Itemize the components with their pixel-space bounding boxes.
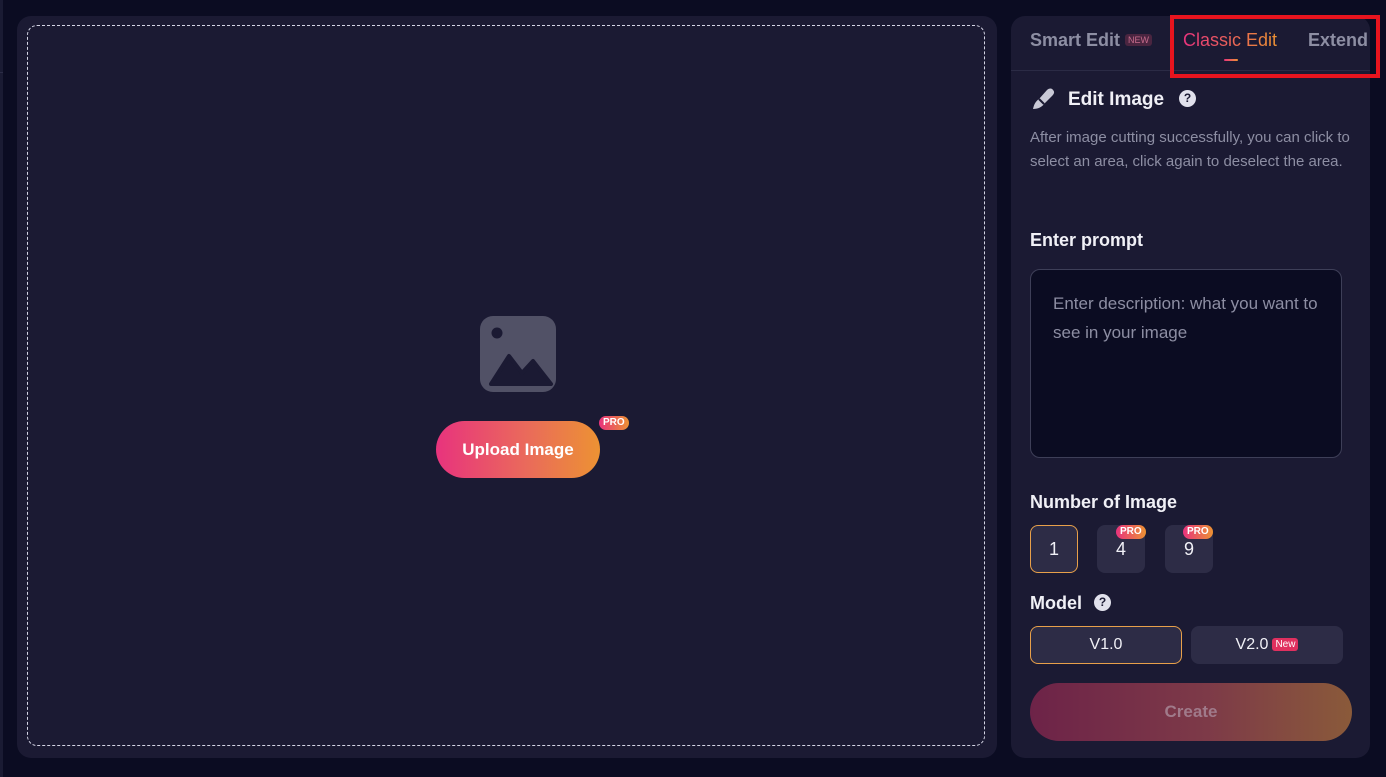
model-v2-button[interactable]: V2.0 New <box>1191 626 1343 664</box>
tab-extend[interactable]: Extend <box>1308 30 1368 51</box>
settings-panel: Smart Edit NEW Classic Edit Extend Edit … <box>1011 16 1370 758</box>
number-of-image-label: Number of Image <box>1030 492 1178 512</box>
image-dropzone[interactable]: Upload Image PRO <box>27 25 985 746</box>
upload-pro-badge: PRO <box>599 416 629 430</box>
model-v2-new-badge: New <box>1272 638 1299 652</box>
image-count-9-pro-badge: PRO <box>1183 525 1213 539</box>
image-count-1-button[interactable]: 1 <box>1030 525 1078 573</box>
tab-smart-edit[interactable]: Smart Edit <box>1030 30 1120 51</box>
left-edge-panel <box>0 0 3 777</box>
brush-icon <box>1033 88 1055 109</box>
edit-mode-tabs: Smart Edit NEW Classic Edit Extend <box>1011 16 1370 71</box>
upload-image-button[interactable]: Upload Image <box>436 421 600 478</box>
create-button[interactable]: Create <box>1030 683 1352 741</box>
active-tab-indicator <box>1224 59 1238 61</box>
edit-image-title: Edit Image <box>1068 89 1165 110</box>
tab-classic-edit[interactable]: Classic Edit <box>1183 30 1277 51</box>
prompt-label: Enter prompt <box>1030 230 1144 250</box>
image-placeholder-icon <box>480 316 556 392</box>
model-help-icon[interactable]: ? <box>1094 594 1111 611</box>
canvas-panel: Upload Image PRO <box>17 16 997 758</box>
model-v1-label: V1.0 <box>1089 636 1123 653</box>
model-v2-label: V2.0 <box>1235 636 1269 653</box>
edit-image-description: After image cutting successfully, you ca… <box>1030 129 1350 170</box>
model-label: Model <box>1030 593 1082 613</box>
prompt-input[interactable] <box>1030 269 1342 458</box>
model-v1-button[interactable]: V1.0 <box>1030 626 1182 664</box>
image-count-4-pro-badge: PRO <box>1116 525 1146 539</box>
edit-image-help-icon[interactable]: ? <box>1179 90 1196 107</box>
left-edge-divider <box>0 72 3 73</box>
smart-edit-new-badge: NEW <box>1125 34 1152 46</box>
